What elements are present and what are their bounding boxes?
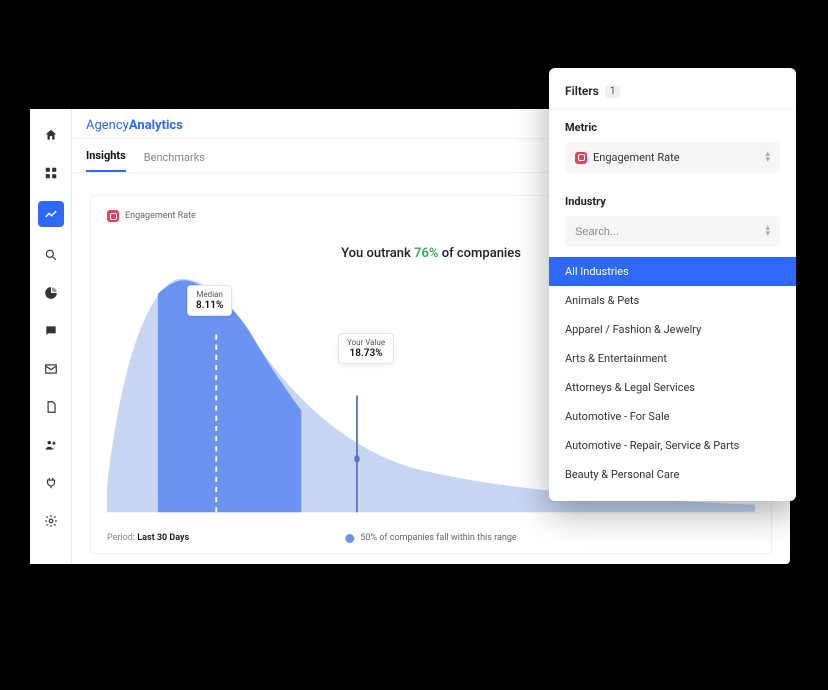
gear-icon[interactable]: [41, 511, 61, 531]
home-icon[interactable]: [41, 125, 61, 145]
analytics-icon[interactable]: [38, 201, 64, 227]
metric-name: Engagement Rate: [125, 211, 196, 221]
card-footer: Period: Last 30 Days 50% of companies fa…: [107, 525, 755, 543]
mail-icon[interactable]: [41, 359, 61, 379]
industry-option[interactable]: Automotive - Repair, Service & Parts: [549, 431, 796, 460]
chevron-sort-icon: ▴▾: [765, 150, 770, 165]
industry-option[interactable]: Apparel / Fashion & Jewelry: [549, 315, 796, 344]
chat-icon[interactable]: [41, 321, 61, 341]
metric-section: Metric Engagement Rate ▴▾: [549, 109, 796, 177]
filters-panel: Filters 1 Metric Engagement Rate ▴▾ Indu…: [549, 68, 796, 501]
industry-option[interactable]: Attorneys & Legal Services: [549, 373, 796, 402]
users-icon[interactable]: [41, 435, 61, 455]
industry-section: Industry ▴▾: [549, 177, 796, 251]
filters-count: 1: [605, 85, 621, 98]
chevron-sort-icon: ▴▾: [765, 224, 770, 239]
your-value-tooltip: Your Value 18.73%: [338, 333, 394, 364]
legend-dot-icon: [345, 534, 354, 543]
your-value: 18.73%: [347, 348, 385, 359]
filters-label: Filters: [565, 84, 599, 98]
search-icon[interactable]: [41, 245, 61, 265]
industry-search[interactable]: ▴▾: [565, 216, 780, 247]
brand: AgencyAnalytics: [86, 114, 183, 133]
industry-options: All Industries Animals & Pets Apparel / …: [549, 257, 796, 489]
instagram-icon: [575, 152, 587, 164]
tab-insights[interactable]: Insights: [86, 149, 126, 172]
filters-header: Filters 1: [549, 84, 796, 109]
pie-icon[interactable]: [41, 283, 61, 303]
plug-icon[interactable]: [41, 473, 61, 493]
industry-option[interactable]: All Industries: [549, 257, 796, 286]
tab-benchmarks[interactable]: Benchmarks: [144, 151, 205, 172]
metric-value: Engagement Rate: [593, 151, 680, 164]
outrank-pct: 76%: [414, 246, 438, 261]
sidebar: [30, 109, 72, 564]
instagram-icon: [107, 210, 119, 222]
median-tooltip: Median 8.11%: [187, 285, 232, 316]
period: Period: Last 30 Days: [107, 533, 189, 543]
industry-label: Industry: [565, 195, 780, 208]
industry-option[interactable]: Automotive - For Sale: [549, 402, 796, 431]
metric-label: Metric: [565, 121, 780, 134]
industry-option[interactable]: Animals & Pets: [549, 286, 796, 315]
median-value: 8.11%: [196, 300, 223, 311]
legend: 50% of companies fall within this range: [345, 533, 516, 543]
industry-option[interactable]: Arts & Entertainment: [549, 344, 796, 373]
metric-selector[interactable]: Engagement Rate ▴▾: [565, 142, 780, 173]
doc-icon[interactable]: [41, 397, 61, 417]
grid-icon[interactable]: [41, 163, 61, 183]
search-input[interactable]: [575, 226, 759, 238]
industry-option[interactable]: Beauty & Personal Care: [549, 460, 796, 489]
